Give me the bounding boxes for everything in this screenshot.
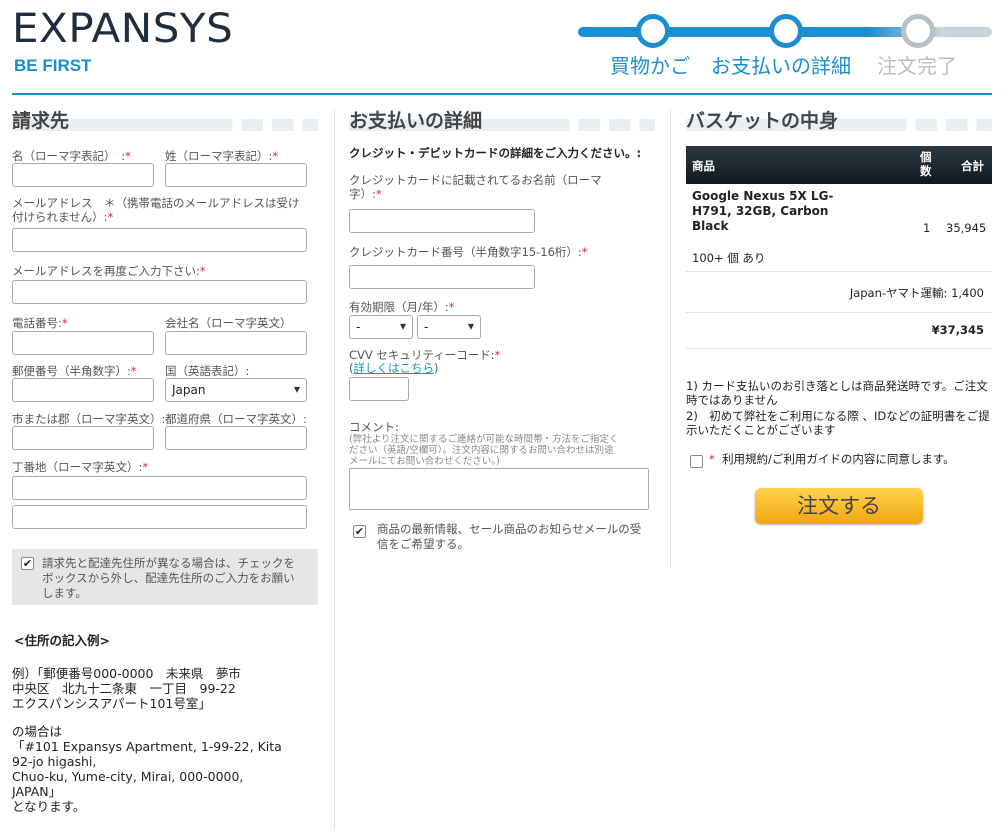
item-name[interactable]: Google Nexus 5X LG-H791, 32GB, Carbon Bl… bbox=[692, 189, 842, 234]
delivery-note: 請求先と配達先住所が異なる場合は、チェックをボックスから外し、配達先住所のご入力… bbox=[42, 556, 295, 600]
example-line: の場合は bbox=[12, 724, 63, 739]
row-divider bbox=[686, 348, 992, 349]
example-line: 中央区 北九十二条東 一丁目 99-22 bbox=[12, 681, 236, 696]
phone-input[interactable] bbox=[12, 331, 154, 355]
terms-checkbox[interactable] bbox=[690, 455, 703, 468]
header-divider bbox=[12, 93, 992, 95]
card-heading: クレジット・デビットカードの詳細をご入力ください。: bbox=[349, 146, 642, 160]
step-dot-basket bbox=[636, 14, 670, 48]
comment-textarea[interactable] bbox=[349, 468, 649, 510]
step-label-payment: お支払いの詳細 bbox=[711, 54, 851, 78]
company-input[interactable] bbox=[165, 331, 307, 355]
payment-note-1: 1) カード支払いのお引き落としは商品発送時です。ご注文時ではありません bbox=[686, 379, 988, 407]
cvv-help-link[interactable]: 詳しくはこちら bbox=[354, 361, 435, 375]
col-total: 合計 bbox=[961, 159, 984, 173]
comment-hint: (弊社より注文に関するご連絡が可能な時間帯・方法をご指定ください（英語/空欄可）… bbox=[349, 434, 619, 467]
basket-title: バスケットの中身 bbox=[686, 110, 839, 132]
card-name-input[interactable] bbox=[349, 209, 535, 233]
postcode-input[interactable] bbox=[12, 378, 154, 402]
address-label: 丁番地（ローマ字英文）:* bbox=[12, 460, 149, 474]
step-label-basket: 買物かご bbox=[610, 54, 690, 78]
column-divider bbox=[670, 110, 671, 568]
email-label: メールアドレス ＊（携帯電話のメールアドレスは受け付けられません）:* bbox=[12, 196, 300, 224]
company-label: 会社名（ローマ字英文） bbox=[165, 316, 292, 330]
payment-title: お支払いの詳細 bbox=[349, 110, 483, 132]
row-divider bbox=[686, 312, 992, 313]
country-label: 国（英語表記）: bbox=[165, 364, 250, 378]
email-confirm-label: メールアドレスを再度ご入力下さい:* bbox=[12, 264, 206, 278]
example-line: 「#101 Expansys Apartment, 1-99-22, Kita bbox=[12, 739, 282, 754]
item-qty: 1 bbox=[923, 221, 931, 235]
column-divider bbox=[334, 110, 335, 830]
step-label-complete: 注文完了 bbox=[877, 54, 957, 78]
card-number-label: クレジットカード番号（半角数字15-16桁）:* bbox=[349, 245, 588, 259]
step-dot-payment bbox=[769, 14, 803, 48]
row-divider bbox=[686, 271, 992, 272]
example-line: となります。 bbox=[12, 799, 86, 814]
country-select[interactable]: Japan bbox=[165, 378, 307, 402]
step-dot-complete bbox=[901, 14, 935, 48]
place-order-button[interactable]: 注文する bbox=[755, 488, 923, 524]
grand-total: ¥37,345 bbox=[931, 323, 984, 337]
expiry-label: 有効期限（月/年）:* bbox=[349, 300, 455, 314]
cvv-label: CVV セキュリティーコード:* bbox=[349, 348, 501, 362]
billing-title: 請求先 bbox=[12, 110, 70, 132]
phone-label: 電話番号:* bbox=[12, 316, 68, 330]
expiry-year-select[interactable]: - bbox=[417, 315, 481, 339]
example-line: Chuo-ku, Yume-city, Mirai, 000-0000, bbox=[12, 769, 244, 784]
col-qty: 個数 bbox=[920, 150, 932, 178]
example-line: エクスパンシスアパート101号室」 bbox=[12, 696, 211, 711]
shipping-row: Japan-ヤマト運輸: 1,400 bbox=[849, 286, 984, 300]
first-name-label: 名（ローマ字表記） :* bbox=[12, 149, 131, 163]
city-label: 市または郡（ローマ字英文）: bbox=[12, 412, 166, 426]
cvv-help: (詳しくはこちら) bbox=[349, 361, 439, 375]
tagline: BE FIRST bbox=[14, 56, 92, 75]
first-name-input[interactable] bbox=[12, 163, 154, 187]
col-product: 商品 bbox=[692, 159, 715, 173]
card-number-input[interactable] bbox=[349, 265, 535, 289]
email-confirm-input[interactable] bbox=[12, 280, 307, 304]
last-name-input[interactable] bbox=[165, 163, 307, 187]
same-address-checkbox[interactable]: ✔ bbox=[21, 557, 34, 570]
newsletter-checkbox[interactable]: ✔ bbox=[353, 525, 366, 538]
postcode-label: 郵便番号（半角数字）:* bbox=[12, 364, 137, 378]
stock-status: 100+ 個 あり bbox=[692, 251, 766, 265]
email-input[interactable] bbox=[12, 228, 307, 252]
terms-label: * 利用規約/ご利用ガイドの内容に同意します。 bbox=[709, 452, 955, 466]
example-line: 例）「郵便番号000-0000 未来県 夢市 bbox=[12, 666, 241, 681]
newsletter-label: 商品の最新情報、セール商品のお知らせメールの受信をご希望する。 bbox=[377, 522, 642, 551]
example-title: <住所の記入例> bbox=[14, 633, 110, 648]
address-line1-input[interactable] bbox=[12, 476, 307, 500]
prefecture-input[interactable] bbox=[165, 426, 307, 450]
expiry-month-select[interactable]: - bbox=[349, 315, 413, 339]
item-price: 35,945 bbox=[946, 221, 987, 235]
example-line: JAPAN」 bbox=[12, 784, 62, 799]
city-input[interactable] bbox=[12, 426, 154, 450]
payment-note-2: 2) 初めて弊社をご利用になる際 、IDなどの証明書をご提示いただくことがござい… bbox=[686, 409, 990, 437]
cvv-input[interactable] bbox=[349, 377, 409, 401]
prefecture-label: 都道府県（ローマ字英文）: bbox=[165, 412, 307, 426]
basket-table-header: 商品 個数 合計 bbox=[686, 146, 992, 184]
card-name-label: クレジットカードに記載されてるお名前（ローマ字）:* bbox=[349, 173, 602, 201]
checkout-steps: 買物かご お支払いの詳細 注文完了 bbox=[578, 14, 992, 84]
example-line: 92-jo higashi, bbox=[12, 754, 97, 769]
logo[interactable]: EXPANSYS bbox=[12, 6, 233, 52]
comment-label: コメント: bbox=[349, 420, 399, 434]
last-name-label: 姓（ローマ字表記）:* bbox=[165, 149, 279, 163]
address-line2-input[interactable] bbox=[12, 505, 307, 529]
